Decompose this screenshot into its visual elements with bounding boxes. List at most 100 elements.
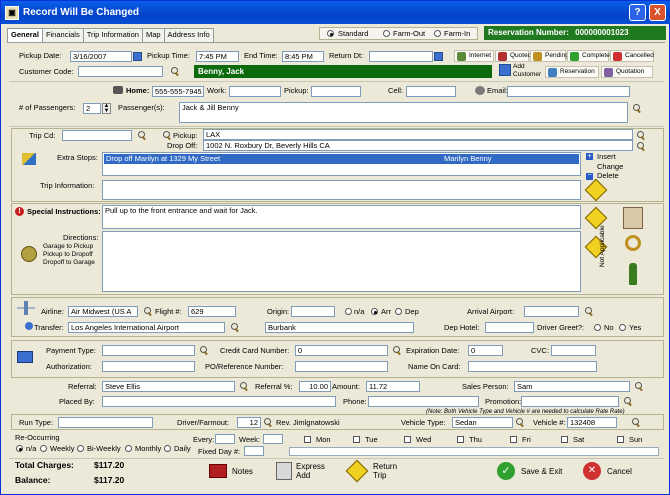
flight-arr-radio[interactable] <box>371 308 378 315</box>
cell-phone-input[interactable] <box>406 86 456 97</box>
vehicle-type-search-icon[interactable] <box>516 418 525 427</box>
driver-search-icon[interactable] <box>264 418 273 427</box>
placed-by-input[interactable] <box>102 396 336 407</box>
pickup-location-input[interactable]: LAX <box>203 129 633 140</box>
vehicle-type-input[interactable]: Sedan <box>452 417 513 428</box>
phone-input[interactable] <box>368 396 479 407</box>
pickup-phone-input[interactable] <box>311 86 361 97</box>
pickup-time-input[interactable]: 7:45 PM <box>196 51 239 62</box>
every-input[interactable] <box>215 434 235 444</box>
recur-daily-radio[interactable] <box>164 445 171 452</box>
payment-type-input[interactable] <box>102 345 195 356</box>
quoted-button[interactable]: Quoted <box>495 50 531 62</box>
pickup-to-dropoff[interactable]: Pickup to Dropoff <box>43 251 93 259</box>
name-on-card-input[interactable] <box>468 361 597 372</box>
promotion-search-icon[interactable] <box>624 397 633 406</box>
trip-code-input[interactable] <box>62 130 132 141</box>
passengers-search-icon[interactable] <box>633 104 642 113</box>
delete-stop-button[interactable]: Delete <box>597 171 619 181</box>
referral-search-icon[interactable] <box>240 382 249 391</box>
tab-financials[interactable]: Financials <box>41 28 84 42</box>
pickup-location-lookup-icon[interactable] <box>637 131 646 140</box>
dropoff-location-input[interactable]: 1002 N. Roxbury Dr, Beverly Hills CA <box>203 140 633 151</box>
friday-checkbox[interactable] <box>510 436 517 443</box>
arrival-airport-input[interactable] <box>524 306 579 317</box>
cancel-button[interactable]: ✕ Cancel <box>583 462 632 480</box>
farm-in-radio[interactable] <box>434 30 441 37</box>
extra-stops-list[interactable]: Drop off Marilyn at 1329 My Street Maril… <box>102 152 581 176</box>
add-customer-label[interactable]: Add Customer <box>513 63 541 79</box>
tab-map[interactable]: Map <box>141 28 165 42</box>
flight-na-radio[interactable] <box>345 308 352 315</box>
garage-to-pickup[interactable]: Garage to Pickup <box>43 243 93 251</box>
dropoff-location-lookup-icon[interactable] <box>637 142 646 151</box>
po-reference-input[interactable] <box>295 361 388 372</box>
return-trip-button[interactable]: Return Trip <box>345 459 397 483</box>
expiration-date-input[interactable]: 0 <box>468 345 503 356</box>
airline-search-icon[interactable] <box>144 307 153 316</box>
driver-greet-no-radio[interactable] <box>594 324 601 331</box>
add-customer-icon[interactable] <box>499 64 511 76</box>
vehicle-number-input[interactable]: 132408 <box>567 417 617 428</box>
run-type-input[interactable] <box>58 417 153 428</box>
email-input[interactable] <box>507 86 630 97</box>
day-time-inputs[interactable] <box>289 447 659 456</box>
referral-input[interactable]: Steve Ellis <box>102 381 235 392</box>
passenger-count-stepper[interactable]: ▲ ▼ <box>102 103 111 114</box>
recur-monthly-radio[interactable] <box>125 445 132 452</box>
completed-button[interactable]: Completed <box>567 50 613 62</box>
cvc-input[interactable] <box>551 345 596 356</box>
pickup-date-input[interactable]: 3/16/2007 <box>70 51 132 62</box>
monday-checkbox[interactable] <box>304 436 311 443</box>
tab-address-info[interactable]: Address Info <box>163 28 214 42</box>
save-exit-button[interactable]: ✓ Save & Exit <box>497 462 562 480</box>
ring-icon[interactable] <box>625 235 641 251</box>
transfer-search-icon[interactable] <box>231 323 240 332</box>
notes-button[interactable]: Notes <box>209 464 253 478</box>
promotion-input[interactable] <box>521 396 619 407</box>
week-input[interactable] <box>263 434 283 444</box>
tab-trip-information[interactable]: Trip Information <box>82 28 143 42</box>
credit-card-number-input[interactable]: 0 <box>295 345 388 356</box>
express-add-button[interactable]: Express Add <box>276 462 325 480</box>
trip-code-search-icon[interactable] <box>138 131 147 140</box>
cancelled-button[interactable]: Cancelled <box>610 50 654 62</box>
standard-radio[interactable] <box>327 30 334 37</box>
home-phone-input[interactable]: 555-555-7945 <box>152 86 204 97</box>
return-date-input[interactable] <box>369 51 433 62</box>
special-instructions-input[interactable]: Pull up to the front entrance and wait f… <box>102 205 581 229</box>
fixed-day-input[interactable] <box>244 446 264 456</box>
farm-out-radio[interactable] <box>383 30 390 37</box>
person-icon[interactable] <box>623 207 643 229</box>
transfer-to-input[interactable]: Burbank <box>265 322 414 333</box>
not-applicable-label[interactable]: Not Applicable <box>598 225 608 267</box>
thursday-checkbox[interactable] <box>457 436 464 443</box>
return-date-calendar-icon[interactable] <box>434 52 443 61</box>
arrival-airport-search-icon[interactable] <box>585 307 594 316</box>
flight-number-input[interactable]: 629 <box>188 306 236 317</box>
bottle-icon[interactable] <box>629 263 637 285</box>
directions-input[interactable] <box>102 231 581 292</box>
work-phone-input[interactable] <box>229 86 281 97</box>
origin-input[interactable] <box>291 306 335 317</box>
payment-type-search-icon[interactable] <box>200 346 209 355</box>
quotation-button[interactable]: Quotation <box>601 66 653 78</box>
tab-general[interactable]: General <box>7 28 43 43</box>
airline-input[interactable]: Air Midwest (US A <box>68 306 138 317</box>
pickup-date-calendar-icon[interactable] <box>133 52 142 61</box>
extra-stop-row[interactable]: Drop off Marilyn at 1329 My Street Maril… <box>104 154 579 164</box>
wednesday-checkbox[interactable] <box>404 436 411 443</box>
referral-amount-input[interactable]: 11.72 <box>366 381 420 392</box>
help-button[interactable]: ? <box>629 4 646 21</box>
flight-dep-radio[interactable] <box>395 308 402 315</box>
driver-greet-yes-radio[interactable] <box>619 324 626 331</box>
sales-person-search-icon[interactable] <box>635 382 644 391</box>
passenger-count-input[interactable]: 2 <box>83 103 101 114</box>
tuesday-checkbox[interactable] <box>353 436 360 443</box>
recur-biweekly-radio[interactable] <box>77 445 84 452</box>
sunday-checkbox[interactable] <box>617 436 624 443</box>
end-time-input[interactable]: 8:45 PM <box>282 51 324 62</box>
driver-number-input[interactable]: 12 <box>237 417 261 428</box>
recur-weekly-radio[interactable] <box>40 445 47 452</box>
recur-na-radio[interactable] <box>16 445 23 452</box>
